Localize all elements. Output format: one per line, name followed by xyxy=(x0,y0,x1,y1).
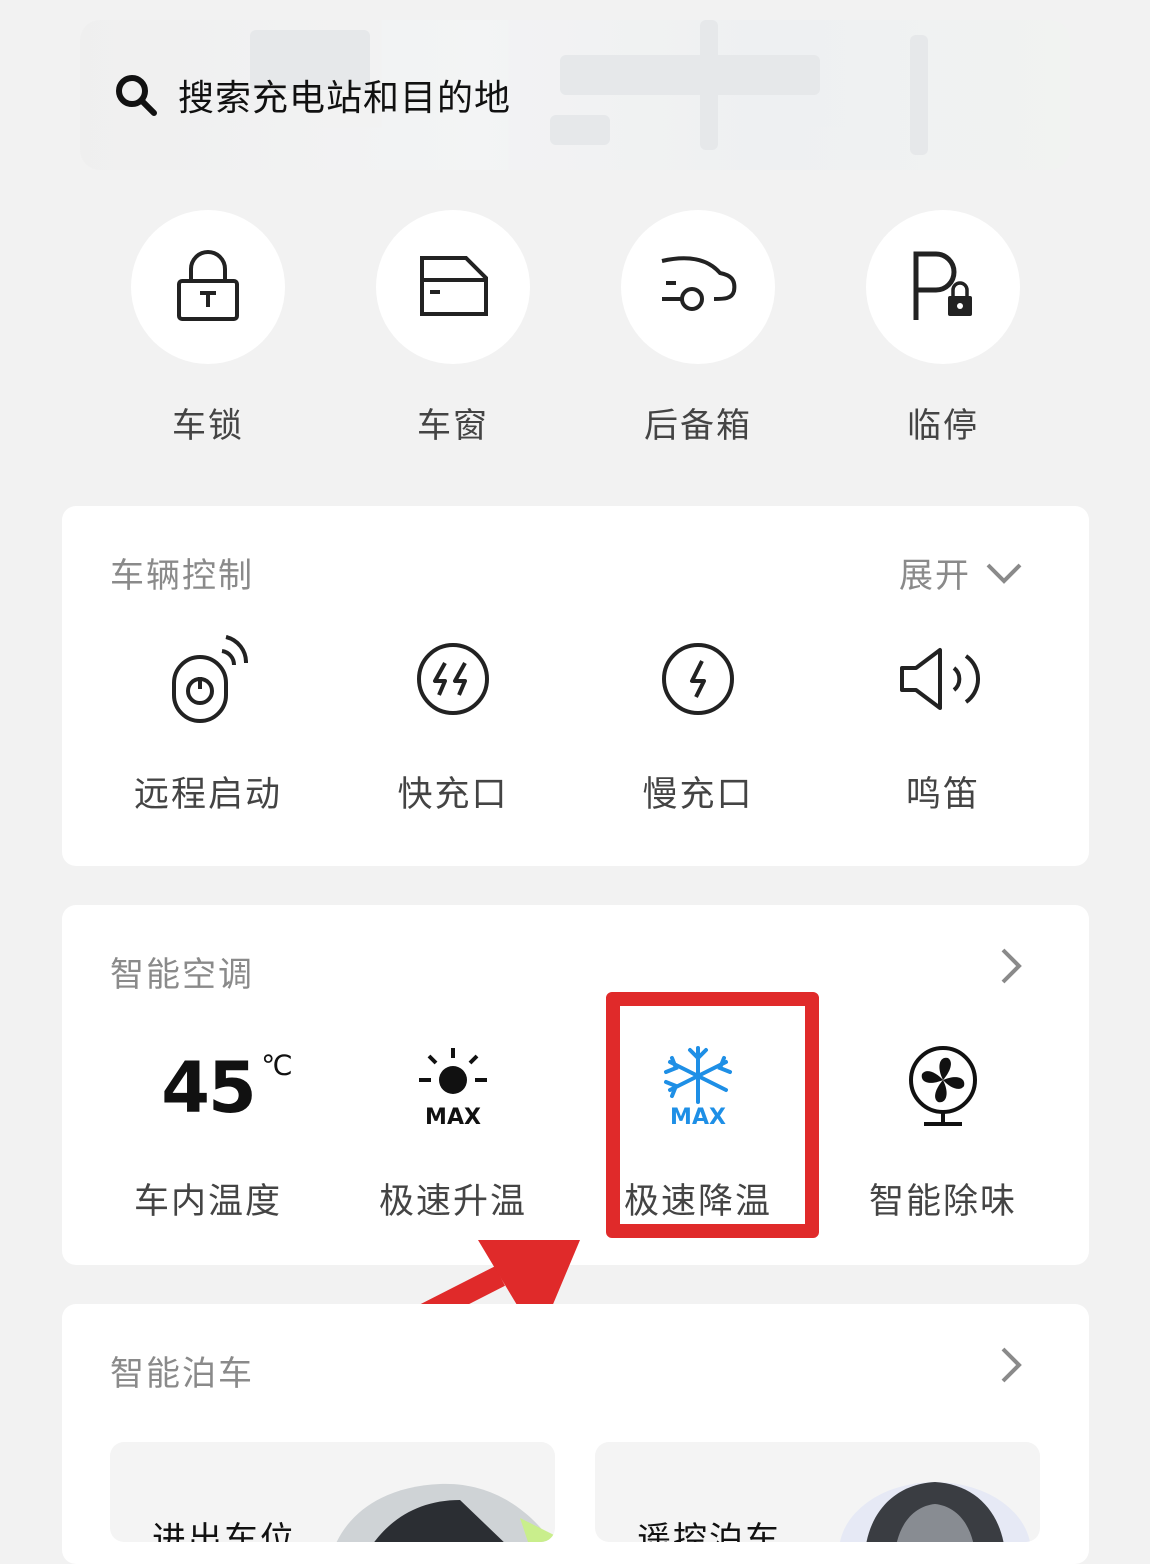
fast-charge-port-icon xyxy=(415,641,491,721)
quick-action-window[interactable]: 车窗 xyxy=(373,210,533,447)
rapid-heat-label: 极速升温 xyxy=(378,1182,527,1222)
remote-parking-card[interactable]: 遥控泊车 xyxy=(595,1442,1040,1542)
highlight-box xyxy=(606,992,819,1238)
slow-charge-port-icon xyxy=(660,641,736,721)
sun-max-icon: MAX xyxy=(413,1044,493,1132)
search-bar[interactable]: 搜索充电站和目的地 xyxy=(100,55,1000,135)
expand-button[interactable]: 展开 xyxy=(899,548,1023,597)
fast-charge-port-label: 快充口 xyxy=(397,775,509,815)
vehicle-control-card: 车辆控制 展开 远程启动 快充口 慢充口 鸣笛 xyxy=(62,506,1089,866)
car-window-icon xyxy=(416,252,490,322)
smart-ac-more-button[interactable] xyxy=(985,947,1023,985)
car-image xyxy=(840,1482,1030,1542)
slow-charge-port-label: 慢充口 xyxy=(642,775,754,815)
smart-parking-more-button[interactable] xyxy=(985,1346,1023,1384)
smart-ac-card: 智能空调 45 ℃ 车内温度 MAX 极速升温 MAX 极速降温 智能除味 xyxy=(62,905,1089,1265)
chevron-down-icon xyxy=(986,563,1022,584)
search-placeholder: 搜索充电站和目的地 xyxy=(178,78,512,119)
remote-parking-label: 遥控泊车 xyxy=(637,1520,781,1542)
smart-ac-title: 智能空调 xyxy=(110,955,254,995)
temperature-unit: ℃ xyxy=(261,1049,292,1082)
quick-action-label: 车窗 xyxy=(417,406,489,446)
quick-actions: 车锁 车窗 后备箱 临停 xyxy=(0,210,1150,460)
cabin-temperature: 45 ℃ 车内温度 xyxy=(98,1043,318,1224)
park-in-out-card[interactable]: 进出车位 xyxy=(110,1442,555,1542)
remote-start-icon xyxy=(168,633,249,729)
quick-action-label: 后备箱 xyxy=(644,406,752,446)
quick-action-lock[interactable]: 车锁 xyxy=(128,210,288,447)
deodorize-button[interactable]: 智能除味 xyxy=(833,1043,1053,1224)
expand-label: 展开 xyxy=(899,556,971,596)
svg-text:MAX: MAX xyxy=(425,1105,481,1128)
padlock-icon xyxy=(173,247,243,327)
chevron-right-icon xyxy=(1001,948,1022,984)
horn-label: 鸣笛 xyxy=(905,775,980,815)
remote-start-button[interactable]: 远程启动 xyxy=(98,633,318,817)
quick-action-temp-parking[interactable]: 临停 xyxy=(863,210,1023,447)
remote-start-label: 远程启动 xyxy=(133,775,282,815)
chevron-right-icon xyxy=(1001,1347,1022,1383)
parking-lock-icon xyxy=(908,248,978,326)
vehicle-control-title: 车辆控制 xyxy=(110,556,254,596)
search-icon xyxy=(112,71,160,119)
cabin-temperature-label: 车内温度 xyxy=(133,1182,282,1222)
fast-charge-port-button[interactable]: 快充口 xyxy=(343,636,563,817)
fan-icon xyxy=(906,1044,980,1132)
slow-charge-port-button[interactable]: 慢充口 xyxy=(588,636,808,817)
rapid-heat-button[interactable]: MAX 极速升温 xyxy=(343,1043,563,1224)
smart-parking-title: 智能泊车 xyxy=(110,1354,254,1394)
car-image xyxy=(336,1483,555,1542)
horn-icon xyxy=(898,644,988,718)
park-in-out-label: 进出车位 xyxy=(152,1520,296,1542)
quick-action-trunk[interactable]: 后备箱 xyxy=(618,210,778,447)
temperature-value: 45 ℃ xyxy=(161,1047,292,1129)
quick-action-label: 临停 xyxy=(907,406,979,446)
trunk-icon xyxy=(658,253,738,321)
deodorize-label: 智能除味 xyxy=(868,1182,1017,1222)
quick-action-label: 车锁 xyxy=(172,406,244,446)
horn-button[interactable]: 鸣笛 xyxy=(833,636,1053,817)
